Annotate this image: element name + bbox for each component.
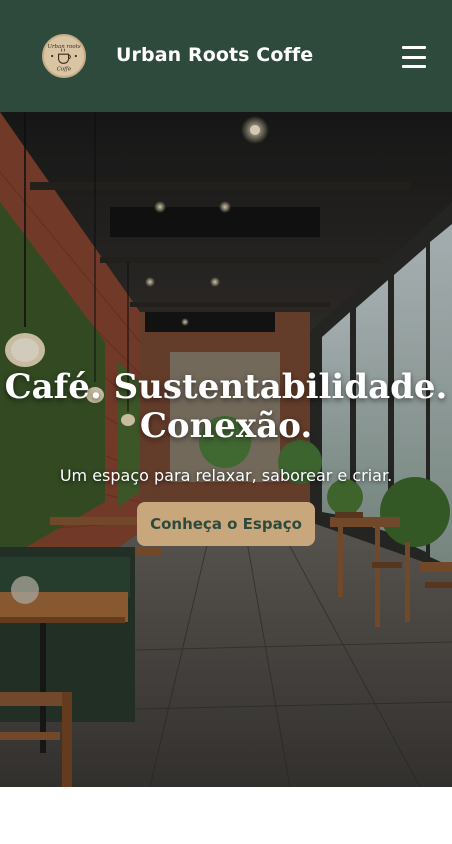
hero-subtitle: Um espaço para relaxar, saborear e criar… <box>59 466 393 485</box>
svg-text:Coffe: Coffe <box>57 67 72 73</box>
hamburger-menu-icon[interactable] <box>400 44 430 70</box>
brand-name[interactable]: Urban Roots Coffe <box>116 44 313 66</box>
hero-title: Café. Sustentabilidade. Conexão. <box>0 368 452 446</box>
site-header: Urban roots Coffe Urban Roots Coffe <box>0 0 452 112</box>
cafe-interior-image <box>0 112 452 787</box>
hero-title-line2: Conexão. <box>139 406 313 446</box>
explore-space-button[interactable]: Conheça o Espaço <box>137 502 315 546</box>
coffee-cup-logo-icon: Urban roots Coffe <box>44 36 84 76</box>
brand-logo[interactable]: Urban roots Coffe <box>42 34 86 78</box>
hero-title-line1: Café. Sustentabilidade. <box>4 367 448 407</box>
hero-section: Café. Sustentabilidade. Conexão. Um espa… <box>0 112 452 787</box>
